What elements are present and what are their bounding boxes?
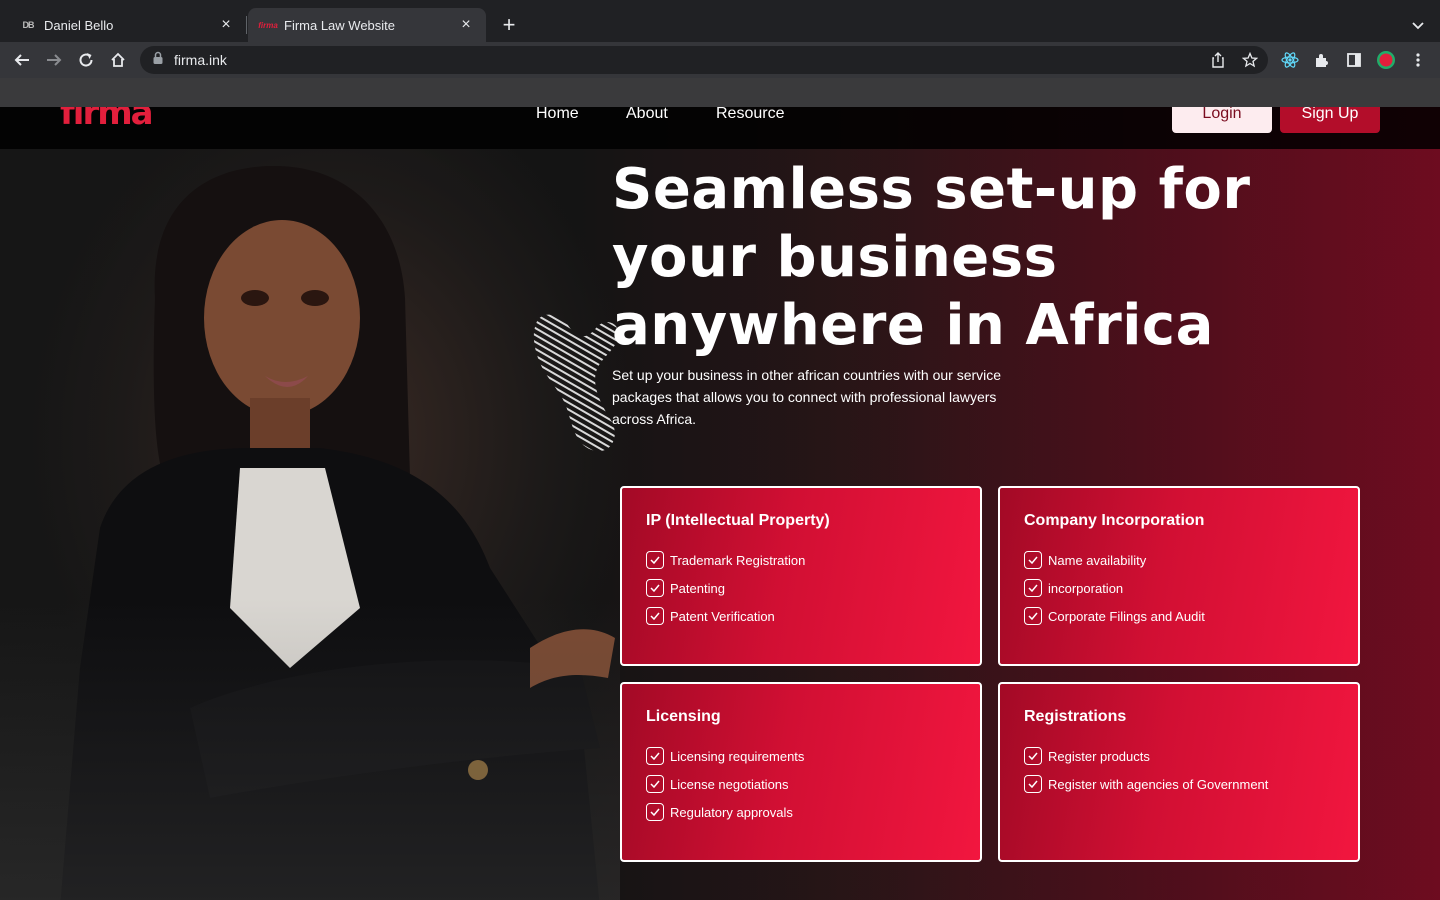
- url-text: firma.ink: [174, 52, 227, 68]
- webpage: firma Home About Resource Login Sign Up …: [0, 78, 1440, 900]
- checkbox-icon: [1024, 579, 1042, 597]
- checkbox-icon: [646, 747, 664, 765]
- card-title: Registrations: [1024, 708, 1127, 725]
- list-item: Register with agencies of Government: [1024, 770, 1334, 798]
- nav-home[interactable]: Home: [536, 105, 579, 123]
- service-card-ip[interactable]: IP (Intellectual Property) Trademark Reg…: [620, 486, 982, 666]
- card-title: Company Incorporation: [1024, 512, 1205, 529]
- card-title: IP (Intellectual Property): [646, 512, 830, 529]
- chevron-down-icon[interactable]: [1406, 13, 1430, 37]
- service-card-company-incorporation[interactable]: Company Incorporation Name availability …: [998, 486, 1360, 666]
- hero-title: Seamless set-up for your business anywhe…: [612, 157, 1251, 358]
- close-icon[interactable]: ×: [218, 16, 234, 33]
- checkbox-icon: [1024, 747, 1042, 765]
- list-item: Register products: [1024, 742, 1334, 770]
- home-icon[interactable]: [106, 48, 130, 72]
- hero-subtitle: Set up your business in other african co…: [612, 367, 1002, 427]
- card-title: Licensing: [646, 708, 721, 725]
- checkbox-icon: [646, 803, 664, 821]
- tab-title: Daniel Bello: [44, 17, 114, 33]
- tab-favicon: firma: [258, 20, 278, 30]
- checkbox-icon: [1024, 775, 1042, 793]
- list-item: Trademark Registration: [646, 546, 956, 574]
- browser-tab-bar: DB Daniel Bello × firma Firma Law Websit…: [0, 0, 1440, 42]
- list-item: License negotiations: [646, 770, 956, 798]
- checkbox-icon: [1024, 607, 1042, 625]
- reload-icon[interactable]: [74, 48, 98, 72]
- menu-icon[interactable]: [1408, 50, 1428, 70]
- list-item: incorporation: [1024, 574, 1334, 602]
- tab-daniel-bello[interactable]: DB Daniel Bello ×: [8, 8, 246, 42]
- tab-separator: [246, 16, 247, 34]
- lock-icon[interactable]: [152, 51, 164, 70]
- list-item: Name availability: [1024, 546, 1334, 574]
- tab-firma-law-website[interactable]: firma Firma Law Website ×: [248, 8, 486, 42]
- share-icon[interactable]: [1210, 52, 1226, 68]
- extensions-icon[interactable]: [1312, 50, 1332, 70]
- site-header: firma Home About Resource Login Sign Up: [0, 93, 1440, 149]
- checkbox-icon: [646, 607, 664, 625]
- forward-icon[interactable]: [42, 48, 66, 72]
- list-item: Corporate Filings and Audit: [1024, 602, 1334, 630]
- react-devtools-icon[interactable]: [1280, 50, 1300, 70]
- checkbox-icon: [646, 551, 664, 569]
- nav-about[interactable]: About: [626, 105, 668, 123]
- star-icon[interactable]: [1242, 52, 1258, 68]
- nav-resource[interactable]: Resource: [716, 105, 784, 123]
- close-icon[interactable]: ×: [458, 16, 474, 33]
- new-tab-icon[interactable]: +: [497, 12, 521, 37]
- profile-icon[interactable]: [1376, 50, 1396, 70]
- browser-toolbar: firma.ink: [0, 42, 1440, 78]
- address-bar[interactable]: firma.ink: [140, 46, 1268, 74]
- tab-favicon: DB: [20, 17, 36, 33]
- back-icon[interactable]: [10, 48, 34, 72]
- header-top-band: [0, 78, 1440, 107]
- decorative-shape: [533, 314, 619, 452]
- list-item: Patent Verification: [646, 602, 956, 630]
- service-card-registrations[interactable]: Registrations Register products Register…: [998, 682, 1360, 862]
- list-item: Licensing requirements: [646, 742, 956, 770]
- list-item: Regulatory approvals: [646, 798, 956, 826]
- checkbox-icon: [646, 579, 664, 597]
- sidepanel-icon[interactable]: [1344, 50, 1364, 70]
- checkbox-icon: [1024, 551, 1042, 569]
- checkbox-icon: [646, 775, 664, 793]
- service-card-licensing[interactable]: Licensing Licensing requirements License…: [620, 682, 982, 862]
- tab-title: Firma Law Website: [284, 17, 396, 33]
- list-item: Patenting: [646, 574, 956, 602]
